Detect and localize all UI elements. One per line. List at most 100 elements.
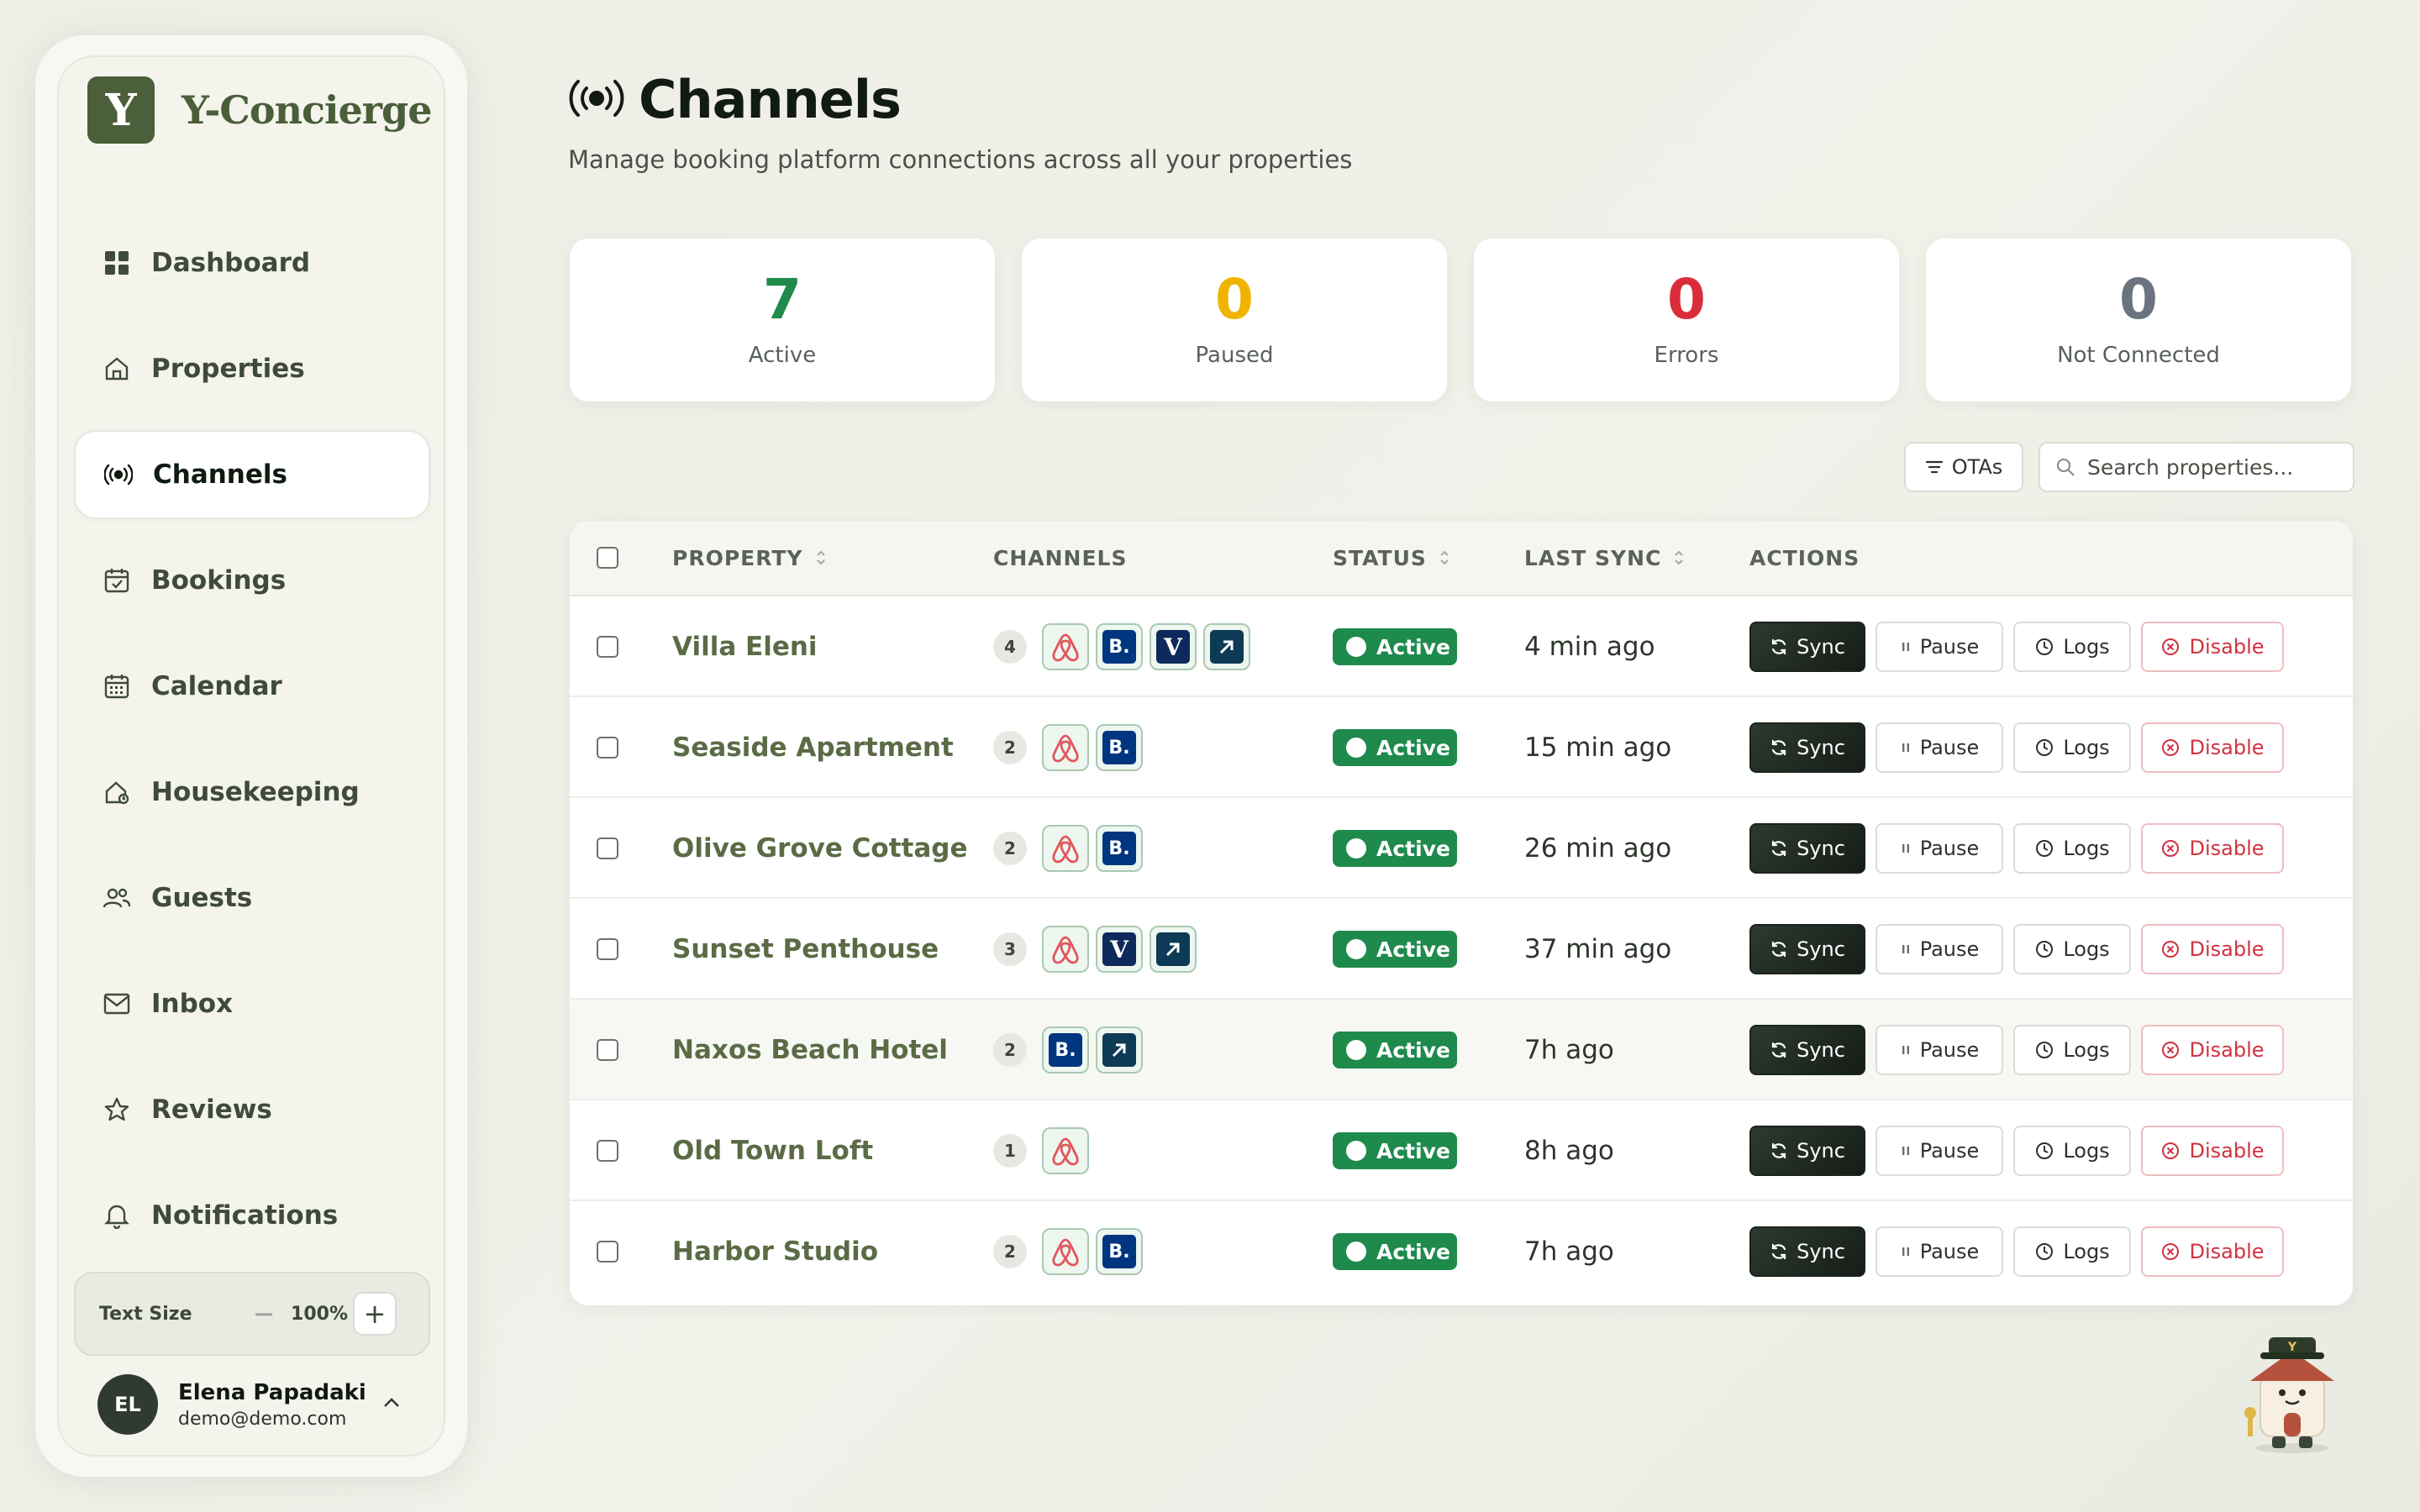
property-name[interactable]: Villa Eleni — [672, 596, 818, 697]
last-sync-time: 8h ago — [1524, 1136, 1614, 1166]
sync-button[interactable]: Sync — [1749, 1126, 1865, 1176]
pause-button[interactable]: Pause — [1876, 622, 2003, 672]
sync-button[interactable]: Sync — [1749, 622, 1865, 672]
sync-button[interactable]: Sync — [1749, 722, 1865, 773]
pause-button[interactable]: Pause — [1876, 722, 2003, 773]
vrbo-channel-icon[interactable]: V — [1096, 926, 1143, 973]
vrbo-channel-icon[interactable]: V — [1150, 623, 1197, 670]
row-checkbox[interactable] — [597, 1241, 618, 1263]
sidebar-item-dashboard[interactable]: Dashboard — [74, 218, 430, 307]
pause-button[interactable]: Pause — [1876, 1025, 2003, 1075]
logs-button[interactable]: Logs — [2013, 1226, 2131, 1277]
last-sync-time: 7h ago — [1524, 1035, 1614, 1065]
column-header-status[interactable]: STATUS — [1333, 546, 1450, 570]
property-name[interactable]: Naxos Beach Hotel — [672, 1000, 948, 1100]
column-header-label: CHANNELS — [993, 545, 1128, 570]
stat-card-not-connected[interactable]: 0 Not Connected — [1926, 239, 2351, 402]
airbnb-channel-icon[interactable] — [1042, 926, 1089, 973]
property-name[interactable]: Old Town Loft — [672, 1100, 873, 1201]
row-checkbox[interactable] — [597, 837, 618, 859]
disable-button[interactable]: Disable — [2141, 924, 2284, 974]
expedia-channel-icon[interactable] — [1203, 623, 1250, 670]
disable-button[interactable]: Disable — [2141, 1126, 2284, 1176]
user-info: Elena Papadaki demo@demo.com — [178, 1380, 371, 1430]
chevron-up-icon[interactable] — [381, 1396, 402, 1413]
sidebar-item-reviews[interactable]: Reviews — [74, 1065, 430, 1154]
logs-button[interactable]: Logs — [2013, 924, 2131, 974]
logs-button[interactable]: Logs — [2013, 722, 2131, 773]
disable-button[interactable]: Disable — [2141, 823, 2284, 874]
brand-logo: Y — [87, 76, 155, 144]
stat-card-errors[interactable]: 0 Errors — [1474, 239, 1899, 402]
expedia-channel-icon[interactable] — [1150, 926, 1197, 973]
row-checkbox[interactable] — [597, 1140, 618, 1162]
sync-button[interactable]: Sync — [1749, 823, 1865, 874]
booking-channel-icon[interactable]: B. — [1096, 1228, 1143, 1275]
disable-button[interactable]: Disable — [2141, 722, 2284, 773]
search-input[interactable] — [2087, 454, 2339, 480]
sidebar-item-properties[interactable]: Properties — [74, 324, 430, 413]
table-row[interactable]: Seaside Apartment 2 B. Active 15 min ago Sync… — [570, 697, 2353, 798]
row-checkbox[interactable] — [597, 938, 618, 960]
sidebar-item-channels[interactable]: Channels — [74, 430, 430, 519]
pause-button[interactable]: Pause — [1876, 924, 2003, 974]
stat-card-paused[interactable]: 0 Paused — [1022, 239, 1447, 402]
property-name[interactable]: Seaside Apartment — [672, 697, 954, 798]
airbnb-channel-icon[interactable] — [1042, 724, 1089, 771]
pause-button[interactable]: Pause — [1876, 1126, 2003, 1176]
brand[interactable]: Y Y-Concierge — [87, 76, 432, 144]
pause-button[interactable]: Pause — [1876, 823, 2003, 874]
sidebar-item-calendar[interactable]: Calendar — [74, 642, 430, 731]
table-row[interactable]: Naxos Beach Hotel 2 B. Active 7h ago Sync Paus… — [570, 1000, 2353, 1100]
row-checkbox[interactable] — [597, 737, 618, 759]
user-menu[interactable]: EL Elena Papadaki demo@demo.com — [97, 1374, 402, 1435]
text-size-increase-button[interactable]: + — [353, 1292, 397, 1336]
column-header-property[interactable]: PROPERTY — [672, 546, 827, 570]
sync-button[interactable]: Sync — [1749, 924, 1865, 974]
ota-filter-button[interactable]: OTAs — [1904, 442, 2023, 492]
logs-button[interactable]: Logs — [2013, 1025, 2131, 1075]
booking-channel-icon[interactable]: B. — [1096, 623, 1143, 670]
logs-button[interactable]: Logs — [2013, 622, 2131, 672]
assistant-mascot[interactable]: Y — [2235, 1326, 2349, 1458]
property-name[interactable]: Olive Grove Cottage — [672, 798, 968, 899]
airbnb-channel-icon[interactable] — [1042, 623, 1089, 670]
airbnb-channel-icon[interactable] — [1042, 825, 1089, 872]
expedia-channel-icon[interactable] — [1096, 1026, 1143, 1074]
pause-button[interactable]: Pause — [1876, 1226, 2003, 1277]
airbnb-channel-icon[interactable] — [1042, 1127, 1089, 1174]
sync-button-label: Sync — [1797, 635, 1845, 659]
booking-channel-icon[interactable]: B. — [1042, 1026, 1089, 1074]
column-header-last-sync[interactable]: LAST SYNC — [1524, 546, 1685, 570]
disable-button[interactable]: Disable — [2141, 1025, 2284, 1075]
table-row[interactable]: Sunset Penthouse 3 V Active 37 min ago Sync Pa… — [570, 899, 2353, 1000]
table-row[interactable]: Olive Grove Cottage 2 B. Active 26 min ago Sy… — [570, 798, 2353, 899]
property-name[interactable]: Harbor Studio — [672, 1201, 878, 1302]
sidebar-item-inbox[interactable]: Inbox — [74, 959, 430, 1048]
sync-button[interactable]: Sync — [1749, 1025, 1865, 1075]
logs-button-label: Logs — [2063, 837, 2110, 860]
sidebar-item-guests[interactable]: Guests — [74, 853, 430, 942]
disable-button[interactable]: Disable — [2141, 622, 2284, 672]
text-size-decrease-button[interactable]: − — [242, 1292, 286, 1336]
sidebar-item-label: Housekeeping — [151, 777, 360, 807]
row-checkbox[interactable] — [597, 636, 618, 658]
stat-card-active[interactable]: 7 Active — [570, 239, 995, 402]
sidebar-item-bookings[interactable]: Bookings — [74, 536, 430, 625]
logs-button[interactable]: Logs — [2013, 1126, 2131, 1176]
sidebar-item-notifications[interactable]: Notifications — [74, 1171, 430, 1260]
disable-button[interactable]: Disable — [2141, 1226, 2284, 1277]
property-name[interactable]: Sunset Penthouse — [672, 899, 939, 1000]
booking-channel-icon[interactable]: B. — [1096, 825, 1143, 872]
airbnb-channel-icon[interactable] — [1042, 1228, 1089, 1275]
logs-button[interactable]: Logs — [2013, 823, 2131, 874]
sidebar-item-housekeeping[interactable]: Housekeeping — [74, 748, 430, 837]
table-row[interactable]: Harbor Studio 2 B. Active 7h ago Sync Pause Log… — [570, 1201, 2353, 1302]
sync-button[interactable]: Sync — [1749, 1226, 1865, 1277]
table-row[interactable]: Old Town Loft 1 Active 8h ago Sync Pause Logs D… — [570, 1100, 2353, 1201]
booking-channel-icon[interactable]: B. — [1096, 724, 1143, 771]
row-checkbox[interactable] — [597, 1039, 618, 1061]
sidebar-item-label: Calendar — [151, 671, 282, 701]
table-row[interactable]: Villa Eleni 4 B. V Active 4 min ago Sync Pause L… — [570, 596, 2353, 697]
select-all-checkbox[interactable] — [597, 547, 618, 569]
